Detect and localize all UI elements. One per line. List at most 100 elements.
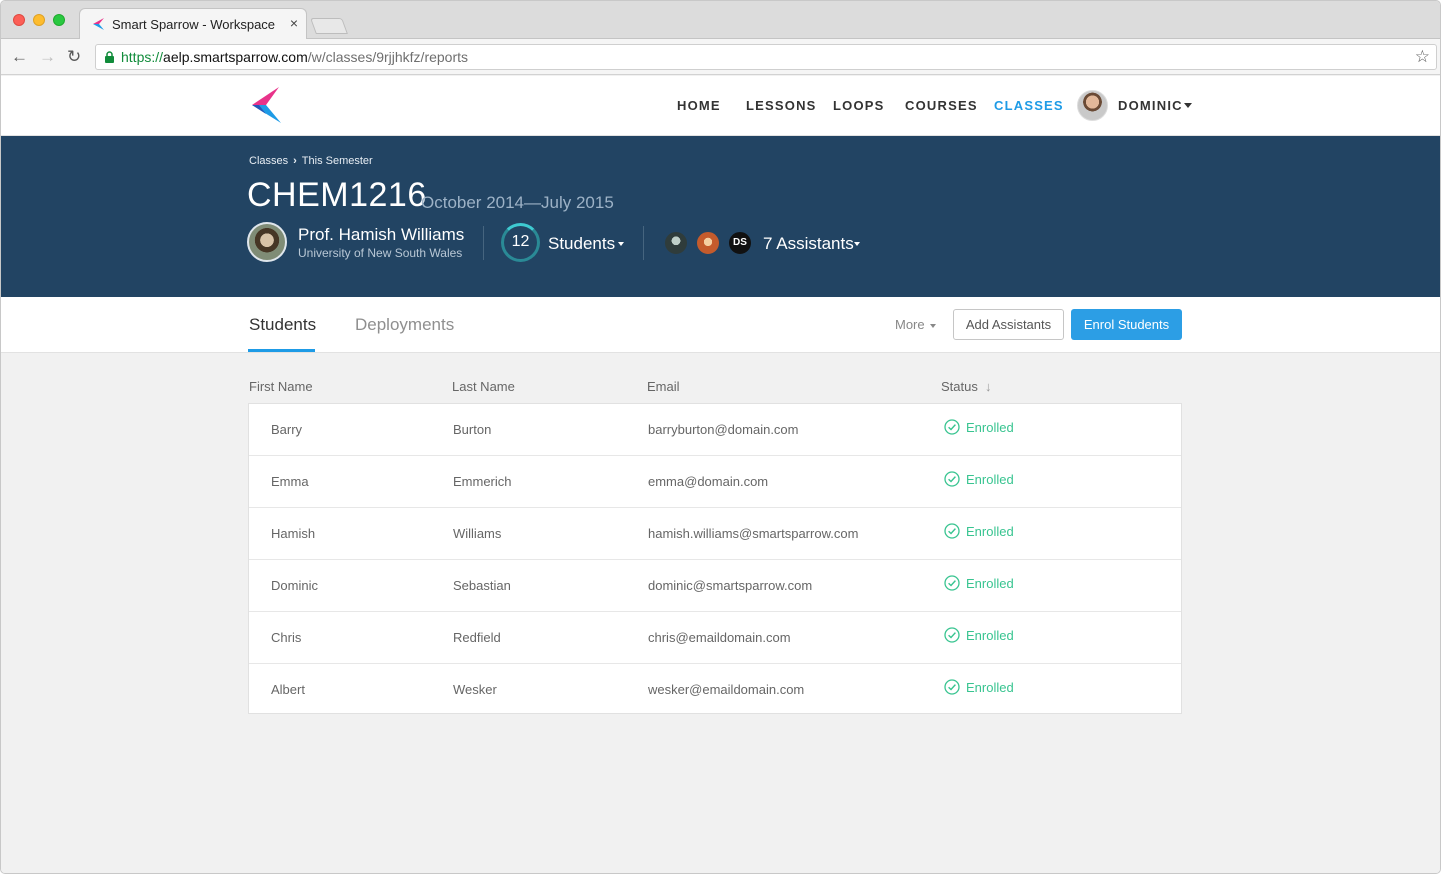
cell-email: hamish.williams@smartsparrow.com — [648, 526, 859, 541]
nav-home[interactable]: HOME — [677, 98, 721, 113]
minimize-window-button[interactable] — [33, 14, 45, 26]
url-text: https://aelp.smartsparrow.com/w/classes/… — [121, 49, 468, 65]
column-header-last-name[interactable]: Last Name — [452, 379, 515, 394]
top-navigation: HOME LESSONS LOOPS COURSES CLASSES DOMIN… — [1, 76, 1440, 136]
cell-email: chris@emaildomain.com — [648, 630, 791, 645]
url-protocol: https:// — [121, 49, 164, 65]
assistants-dropdown[interactable]: 7 Assistants — [763, 234, 854, 254]
tab-title: Smart Sparrow - Workspace — [112, 17, 276, 32]
cell-last-name: Emmerich — [453, 474, 512, 489]
app-page: HOME LESSONS LOOPS COURSES CLASSES DOMIN… — [1, 76, 1440, 873]
url-path: /w/classes/9rjjhkfz/reports — [307, 49, 469, 65]
students-dropdown[interactable]: Students — [548, 234, 615, 254]
status-badge: Enrolled — [966, 628, 1014, 643]
status-badge: Enrolled — [966, 576, 1014, 591]
class-header: Classes › This Semester CHEM1216 October 2… — [1, 136, 1440, 297]
table-row[interactable]: Barry Burton barryburton@domain.com Enro… — [249, 404, 1181, 456]
assistant-avatar[interactable] — [695, 230, 721, 256]
smart-sparrow-favicon-icon — [93, 18, 104, 30]
cell-first-name: Emma — [271, 474, 309, 489]
check-circle-icon — [944, 523, 960, 539]
enrol-students-button[interactable]: Enrol Students — [1071, 309, 1182, 340]
new-tab-button[interactable] — [310, 18, 348, 34]
cell-last-name: Burton — [453, 422, 492, 437]
cell-last-name: Redfield — [453, 630, 501, 645]
check-circle-icon — [944, 679, 960, 695]
user-menu[interactable]: DOMINIC — [1118, 98, 1183, 113]
cell-email: barryburton@domain.com — [648, 422, 799, 437]
browser-window: Smart Sparrow - Workspace × ← → ↻ https:… — [0, 0, 1441, 874]
assistant-avatar[interactable] — [663, 230, 689, 256]
table-row[interactable]: Dominic Sebastian dominic@smartsparrow.c… — [249, 560, 1181, 612]
address-bar[interactable]: https://aelp.smartsparrow.com/w/classes/… — [95, 44, 1437, 70]
status-badge: Enrolled — [966, 420, 1014, 435]
maximize-window-button[interactable] — [53, 14, 65, 26]
nav-classes[interactable]: CLASSES — [994, 98, 1064, 113]
tab-students[interactable]: Students — [249, 315, 316, 335]
table-row[interactable]: Emma Emmerich emma@domain.com Enrolled — [249, 456, 1181, 508]
add-assistants-button[interactable]: Add Assistants — [953, 309, 1064, 340]
caret-down-icon[interactable] — [618, 242, 624, 246]
course-dates: October 2014—July 2015 — [421, 193, 614, 212]
nav-courses[interactable]: COURSES — [905, 98, 978, 113]
cell-last-name: Wesker — [453, 682, 497, 697]
table-row[interactable]: Hamish Williams hamish.williams@smartspa… — [249, 508, 1181, 560]
chevron-right-icon: › — [293, 155, 297, 167]
cell-email: wesker@emaildomain.com — [648, 682, 805, 697]
breadcrumb: Classes › This Semester — [249, 155, 373, 167]
cell-last-name: Williams — [453, 526, 502, 541]
cell-first-name: Albert — [271, 682, 305, 697]
bookmark-star-icon[interactable]: ☆ — [1415, 47, 1430, 67]
section-tabs: Students Deployments More Add Assistants… — [1, 297, 1440, 353]
check-circle-icon — [944, 419, 960, 435]
url-host: aelp.smartsparrow.com — [163, 49, 308, 65]
back-arrow-icon[interactable]: ← — [11, 47, 28, 67]
table-row[interactable]: Chris Redfield chris@emaildomain.com Enr… — [249, 612, 1181, 664]
student-count: 12 — [511, 233, 530, 250]
divider — [483, 226, 484, 260]
instructor-name: Prof. Hamish Williams — [298, 225, 465, 244]
status-badge: Enrolled — [966, 524, 1014, 539]
cell-first-name: Dominic — [271, 578, 318, 593]
more-menu-button[interactable]: More — [895, 317, 925, 332]
sort-descending-icon[interactable]: ↓ — [985, 379, 992, 394]
lock-icon — [105, 51, 114, 63]
cell-first-name: Barry — [271, 422, 303, 437]
status-badge: Enrolled — [966, 680, 1014, 695]
forward-arrow-icon[interactable]: → — [39, 47, 56, 67]
close-window-button[interactable] — [13, 14, 25, 26]
active-tab-indicator — [248, 349, 315, 352]
user-avatar[interactable] — [1077, 90, 1108, 121]
nav-loops[interactable]: LOOPS — [833, 98, 885, 113]
tab-close-icon[interactable]: × — [290, 15, 298, 31]
caret-down-icon[interactable] — [854, 242, 860, 246]
column-header-email[interactable]: Email — [647, 379, 680, 394]
instructor-organization: University of New South Wales — [298, 246, 463, 260]
students-table: Barry Burton barryburton@domain.com Enro… — [248, 403, 1182, 714]
column-header-first-name[interactable]: First Name — [249, 379, 313, 394]
table-row[interactable]: Albert Wesker wesker@emaildomain.com Enr… — [249, 664, 1181, 716]
check-circle-icon — [944, 471, 960, 487]
status-badge: Enrolled — [966, 472, 1014, 487]
browser-tab-bar: Smart Sparrow - Workspace × — [1, 1, 1440, 39]
smart-sparrow-logo-icon[interactable] — [249, 85, 283, 125]
assistant-avatar-initials[interactable]: DS — [727, 230, 753, 256]
tab-deployments[interactable]: Deployments — [355, 315, 454, 335]
cell-first-name: Chris — [271, 630, 302, 645]
cell-first-name: Hamish — [271, 526, 316, 541]
breadcrumb-this-semester[interactable]: This Semester — [302, 155, 373, 167]
breadcrumb-classes[interactable]: Classes — [249, 155, 288, 167]
page-title: CHEM1216 — [247, 176, 427, 214]
check-circle-icon — [944, 575, 960, 591]
browser-tab[interactable]: Smart Sparrow - Workspace × — [79, 8, 307, 39]
reload-icon[interactable]: ↻ — [67, 47, 81, 67]
browser-toolbar: ← → ↻ https://aelp.smartsparrow.com/w/cl… — [1, 39, 1440, 75]
instructor-avatar — [247, 222, 287, 262]
caret-down-icon[interactable] — [930, 324, 936, 328]
nav-lessons[interactable]: LESSONS — [746, 98, 817, 113]
chevron-down-icon[interactable] — [1184, 103, 1192, 108]
column-header-status[interactable]: Status — [941, 379, 978, 394]
check-circle-icon — [944, 627, 960, 643]
cell-email: emma@domain.com — [648, 474, 769, 489]
cell-email: dominic@smartsparrow.com — [648, 578, 813, 593]
